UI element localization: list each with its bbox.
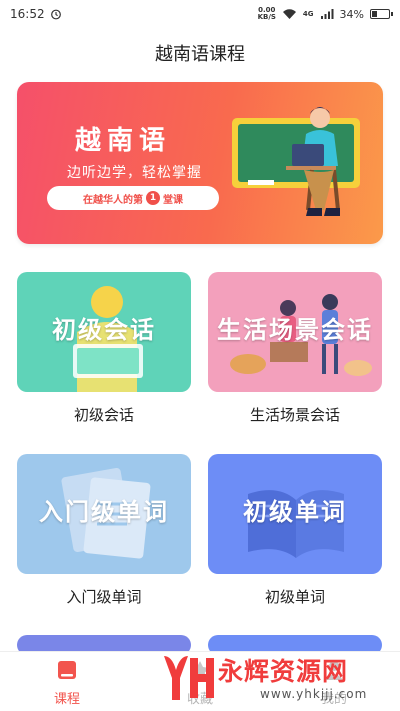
watermark: 永辉资源网 www.yhkjjj.com: [160, 650, 396, 708]
course-card-beginner-vocabulary[interactable]: 初级单词: [208, 454, 382, 574]
course-card-title: 初级会话: [52, 316, 156, 344]
watermark-logo: [164, 656, 214, 700]
course-card-intro-vocabulary[interactable]: 入门级单词: [17, 454, 191, 574]
course-card-title: 生活场景会话: [217, 316, 373, 344]
watermark-brand: 永辉资源网: [218, 657, 349, 686]
net-speed: 0.00 KB/S: [258, 7, 276, 21]
nav-label: 课程: [53, 692, 80, 707]
page-title: 越南语课程: [155, 44, 245, 65]
course-card-beginner-conversation[interactable]: 初级会话: [17, 272, 191, 392]
hero-pill-number: 1: [146, 191, 160, 205]
signal-type: 4G: [302, 10, 314, 18]
battery-fill: [372, 11, 378, 17]
status-bar: 16:52 0.00 KB/S 4G 34%: [0, 0, 400, 28]
hero-subtitle: 边听边学，轻松掌握: [67, 165, 202, 181]
battery-icon: [370, 9, 393, 19]
course-label[interactable]: 生活场景会话: [208, 404, 382, 425]
hero-pill-suffix: 堂课: [163, 194, 183, 206]
battery-percent: 34%: [339, 7, 364, 21]
clock-time: 16:52: [10, 7, 45, 21]
course-card-daily-life-conversation[interactable]: 生活场景会话: [208, 272, 382, 392]
course-label[interactable]: 初级单词: [208, 586, 382, 607]
hero-title: 越南语: [75, 126, 172, 156]
hero-banner[interactable]: 越南语 边听边学，轻松掌握 在越华人的第 1 堂课: [17, 82, 383, 244]
book-icon: [58, 661, 76, 679]
watermark-url: www.yhkjjj.com: [260, 687, 368, 701]
alarm-icon: [50, 9, 61, 20]
signal-icon: [320, 9, 334, 19]
course-label[interactable]: 入门级单词: [17, 586, 191, 607]
net-speed-unit: KB/S: [257, 13, 276, 21]
course-card-title: 初级单词: [243, 498, 347, 526]
nav-item-courses[interactable]: 课程: [27, 660, 107, 707]
status-left: 16:52: [10, 7, 62, 21]
hero-pill: 在越华人的第 1 堂课: [47, 186, 219, 210]
course-card-title: 入门级单词: [39, 498, 169, 526]
hero-pill-prefix: 在越华人的第: [83, 194, 143, 206]
status-right: 0.00 KB/S 4G 34%: [258, 7, 393, 21]
teacher-illustration: [232, 107, 360, 216]
wifi-icon: [282, 9, 296, 19]
course-label[interactable]: 初级会话: [17, 404, 191, 425]
